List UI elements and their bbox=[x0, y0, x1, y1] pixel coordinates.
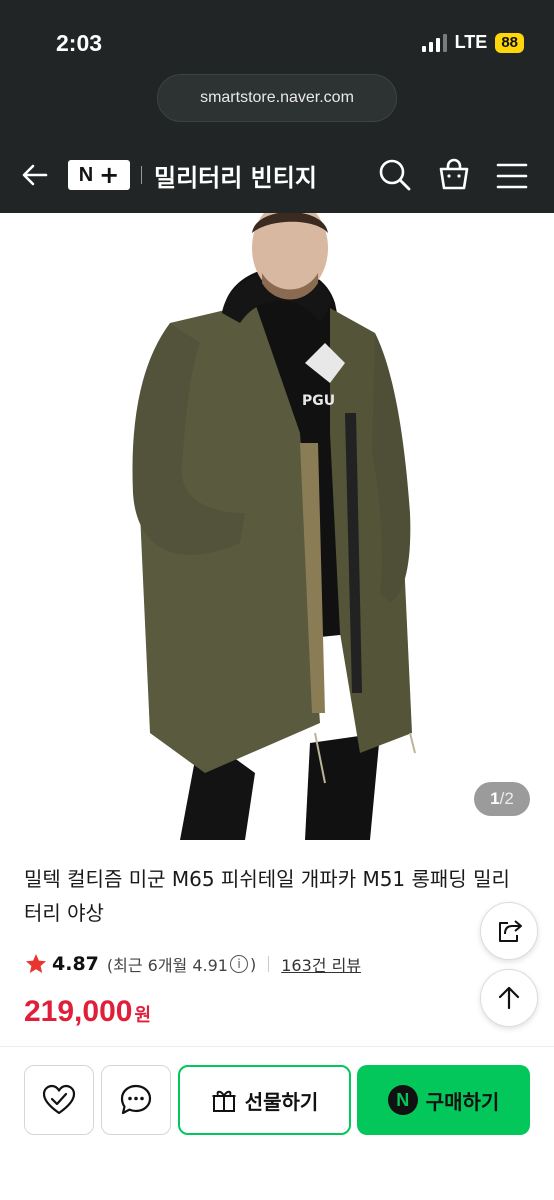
npay-icon: N bbox=[387, 1085, 418, 1115]
signal-icon bbox=[421, 33, 447, 52]
wishlist-button[interactable] bbox=[24, 1065, 94, 1135]
image-counter-total: /2 bbox=[499, 789, 514, 808]
recent-rating: (최근 6개월 4.91 bbox=[106, 956, 228, 975]
price-amount: 219,000 bbox=[24, 995, 133, 1028]
model-photo: PGU bbox=[132, 213, 416, 840]
menu-icon[interactable] bbox=[496, 162, 528, 190]
scroll-top-button[interactable] bbox=[480, 969, 538, 1027]
purchase-bar: 선물하기 N 구매하기 bbox=[0, 1046, 554, 1200]
star-icon bbox=[26, 954, 46, 973]
buy-button[interactable]: N 구매하기 bbox=[357, 1065, 530, 1135]
product-price: 219,000 원 bbox=[24, 995, 151, 1029]
gift-button[interactable]: 선물하기 bbox=[178, 1065, 351, 1135]
svg-text:PGU: PGU bbox=[302, 393, 335, 409]
arrow-up-icon bbox=[498, 986, 520, 1010]
heart-check-icon bbox=[42, 1084, 76, 1115]
image-counter-current: 1 bbox=[490, 789, 500, 808]
buy-label: 구매하기 bbox=[425, 1089, 500, 1114]
rating-row: 4.87 (최근 6개월 4.91 i ) 163건 리뷰 bbox=[24, 949, 361, 979]
network-label: LTE bbox=[454, 32, 488, 52]
battery-badge: 88 bbox=[495, 32, 524, 53]
naver-plus-logo[interactable]: N + bbox=[68, 160, 130, 190]
gift-icon bbox=[212, 1090, 236, 1112]
store-name[interactable]: 밀리터리 빈티지 bbox=[154, 158, 317, 193]
image-counter: 1/2 bbox=[474, 782, 530, 816]
gift-label: 선물하기 bbox=[244, 1089, 319, 1114]
chat-bubble-icon bbox=[120, 1084, 152, 1115]
review-count-link[interactable]: 163건 리뷰 bbox=[281, 952, 361, 976]
product-image[interactable]: PGU bbox=[0, 213, 554, 840]
chat-button[interactable] bbox=[101, 1065, 171, 1135]
url-text: smartstore.naver.com bbox=[200, 89, 354, 106]
header-divider bbox=[141, 166, 142, 184]
status-time: 2:03 bbox=[56, 30, 103, 56]
url-bar[interactable]: smartstore.naver.com bbox=[157, 74, 397, 122]
store-header: N + 밀리터리 빈티지 bbox=[0, 140, 554, 213]
logo-plus: + bbox=[99, 161, 120, 189]
product-title: 밀텍 컬티즘 미군 M65 피쉬테일 개파카 M51 롱패딩 밀리터리 야상 bbox=[24, 867, 510, 925]
cart-icon[interactable] bbox=[437, 157, 471, 191]
info-icon[interactable]: i bbox=[230, 955, 248, 973]
share-icon bbox=[499, 920, 522, 942]
rating-divider bbox=[268, 956, 270, 972]
recent-rating-close: ) bbox=[250, 954, 257, 974]
rating-value: 4.87 bbox=[52, 953, 99, 975]
status-indicators: LTE 88 bbox=[421, 32, 524, 53]
share-button[interactable] bbox=[480, 902, 538, 960]
search-icon[interactable] bbox=[378, 158, 412, 192]
back-arrow-icon[interactable] bbox=[20, 160, 50, 190]
logo-n: N bbox=[78, 163, 94, 186]
price-unit: 원 bbox=[134, 1005, 152, 1026]
